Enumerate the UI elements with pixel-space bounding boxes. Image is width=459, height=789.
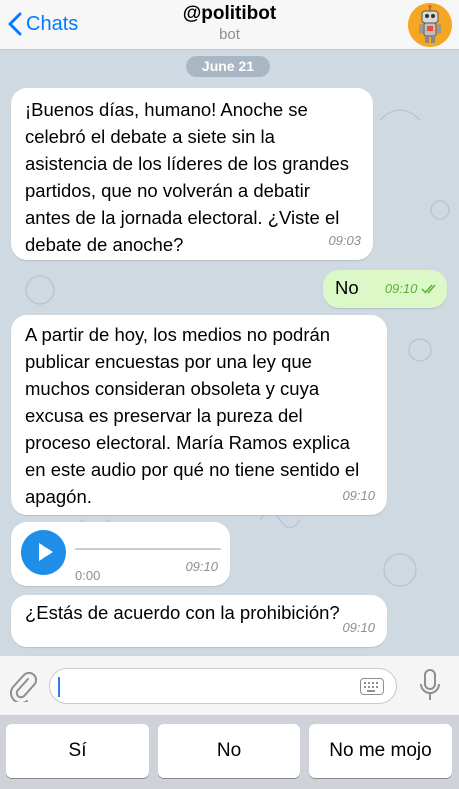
message-time: 09:03: [328, 233, 361, 248]
incoming-message[interactable]: ¿Estás de acuerdo con la prohibición? 09…: [11, 595, 387, 647]
play-button[interactable]: [21, 530, 66, 575]
text-cursor: [58, 677, 60, 697]
incoming-message[interactable]: ¡Buenos días, humano! Anoche se celebró …: [11, 88, 373, 260]
date-separator: June 21: [186, 56, 270, 77]
message-time: 09:10: [384, 281, 418, 296]
bot-avatar[interactable]: [408, 3, 452, 47]
outgoing-message[interactable]: No 09:10: [323, 270, 447, 308]
reply-button-no[interactable]: No: [158, 724, 300, 778]
message-text: A partir de hoy, los medios no podrán pu…: [25, 324, 360, 507]
microphone-icon[interactable]: [419, 669, 441, 703]
message-input[interactable]: [49, 668, 397, 704]
message-text: ¡Buenos días, humano! Anoche se celebró …: [25, 99, 349, 255]
reply-button-no-me-mojo[interactable]: No me mojo: [309, 724, 452, 778]
reply-keyboard: Sí No No me mojo: [0, 715, 459, 789]
keyboard-icon[interactable]: [360, 678, 384, 695]
chat-subtitle: bot: [219, 26, 240, 43]
message-text: ¿Estás de acuerdo con la prohibición?: [25, 602, 340, 623]
audio-progress-track[interactable]: [75, 548, 221, 550]
chat-header: Chats @politibot bot: [0, 0, 459, 50]
double-check-icon: [421, 284, 436, 294]
message-time: 09:10: [342, 620, 375, 635]
paperclip-icon[interactable]: [8, 670, 38, 702]
message-list[interactable]: June 21 ¡Buenos días, humano! Anoche se …: [0, 50, 459, 655]
audio-message[interactable]: 0:00 09:10: [11, 522, 230, 586]
robot-icon: [408, 3, 452, 47]
message-time: 09:10: [185, 559, 218, 574]
message-time: 09:10: [342, 488, 375, 503]
message-time-status: 09:10: [385, 275, 439, 302]
reply-button-si[interactable]: Sí: [6, 724, 149, 778]
chat-title-block[interactable]: @politibot bot: [0, 3, 459, 43]
message-composer: [0, 655, 459, 715]
audio-duration: 0:00: [75, 568, 101, 583]
chat-title: @politibot: [182, 3, 277, 24]
incoming-message[interactable]: A partir de hoy, los medios no podrán pu…: [11, 315, 387, 515]
